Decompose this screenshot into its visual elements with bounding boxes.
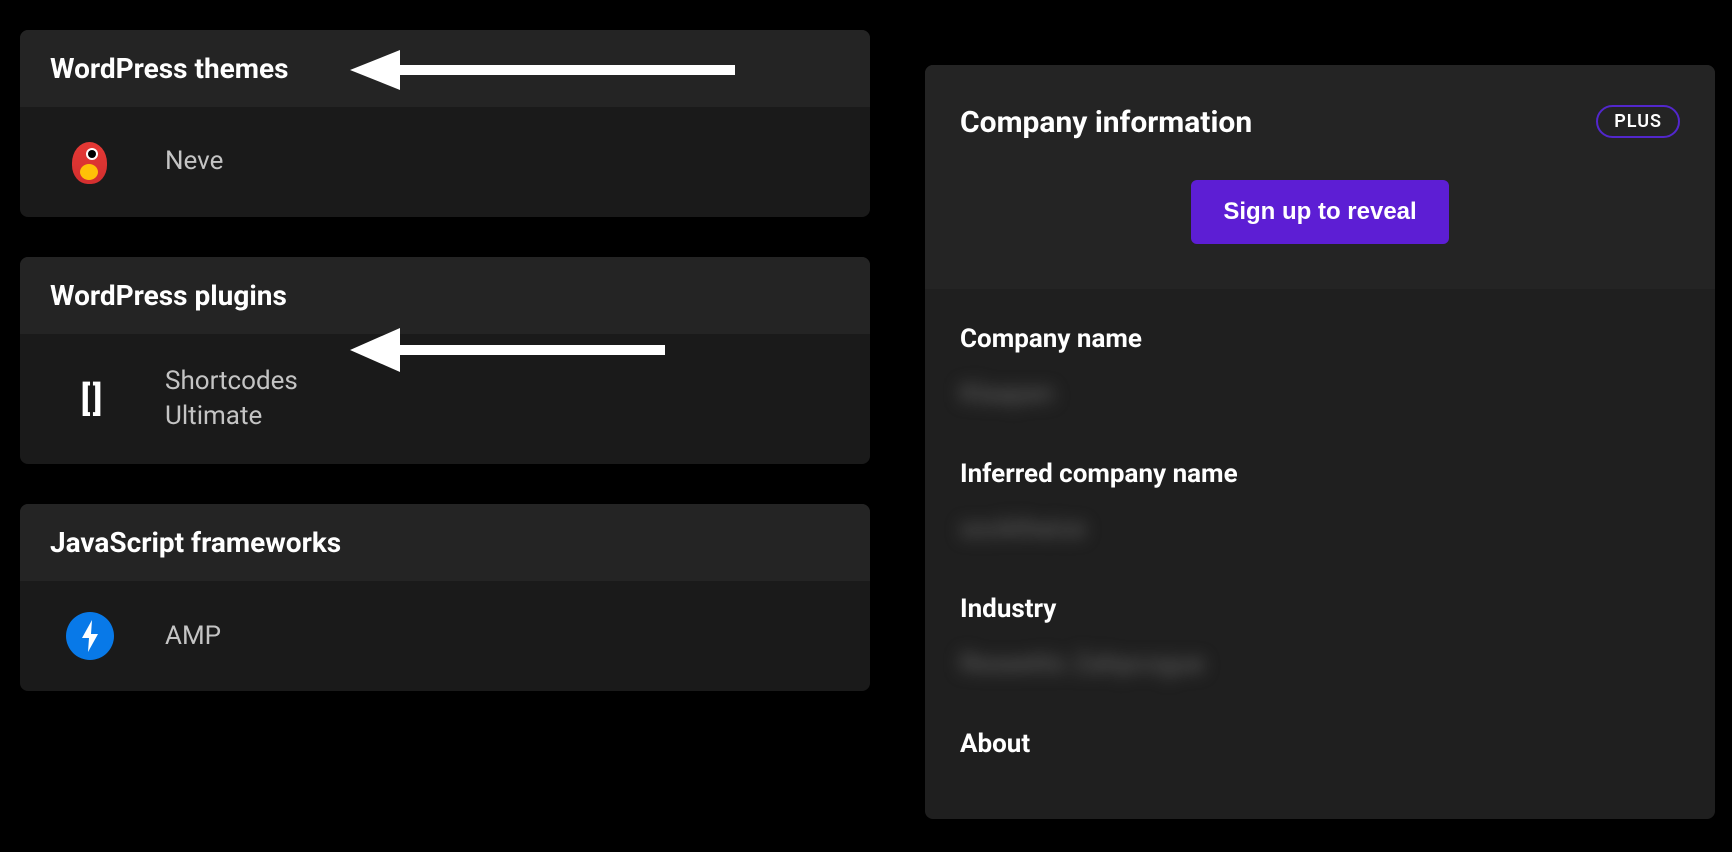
label-inferred-company-name: Inferred company name (960, 459, 1680, 489)
card-header-wordpress-themes: WordPress themes (20, 30, 870, 107)
label-company-name: Company name (960, 324, 1680, 354)
field-industry: Industry Reseettic Zahpcogue (960, 594, 1680, 679)
card-company-information: Company information PLUS Sign up to reve… (925, 65, 1715, 819)
signup-area: Sign up to reveal (925, 180, 1715, 289)
company-info-title: Company information (960, 105, 1252, 140)
value-company-name: Klaapen (960, 379, 1680, 409)
card-body-wordpress-themes: Neve (20, 107, 870, 217)
card-header-javascript-frameworks: JavaScript frameworks (20, 504, 870, 581)
amp-icon (65, 611, 115, 661)
brackets-icon: [ ] (65, 374, 115, 424)
signup-button[interactable]: Sign up to reveal (1191, 180, 1448, 244)
card-javascript-frameworks: JavaScript frameworks AMP (20, 504, 870, 691)
card-wordpress-themes: WordPress themes Neve (20, 30, 870, 217)
card-body-wordpress-plugins: [ ] Shortcodes Ultimate (20, 334, 870, 464)
field-company-name: Company name Klaapen (960, 324, 1680, 409)
parrot-icon (65, 137, 115, 187)
company-info-header: Company information PLUS (925, 65, 1715, 180)
field-about: About (960, 729, 1680, 759)
tech-name-shortcodes: Shortcodes Ultimate (165, 364, 345, 434)
field-inferred-company-name: Inferred company name socktheice (960, 459, 1680, 544)
label-industry: Industry (960, 594, 1680, 624)
tech-name-amp: AMP (165, 619, 221, 654)
tech-name-neve: Neve (165, 144, 223, 179)
card-wordpress-plugins: WordPress plugins [ ] Shortcodes Ultimat… (20, 257, 870, 464)
tech-item-neve[interactable]: Neve (65, 137, 825, 187)
label-about: About (960, 729, 1680, 759)
value-inferred-company-name: socktheice (960, 514, 1680, 544)
company-info-fields: Company name Klaapen Inferred company na… (925, 289, 1715, 819)
value-industry: Reseettic Zahpcogue (960, 649, 1680, 679)
card-header-wordpress-plugins: WordPress plugins (20, 257, 870, 334)
card-body-javascript-frameworks: AMP (20, 581, 870, 691)
tech-item-shortcodes[interactable]: [ ] Shortcodes Ultimate (65, 364, 825, 434)
tech-item-amp[interactable]: AMP (65, 611, 825, 661)
plus-badge: PLUS (1596, 105, 1680, 138)
